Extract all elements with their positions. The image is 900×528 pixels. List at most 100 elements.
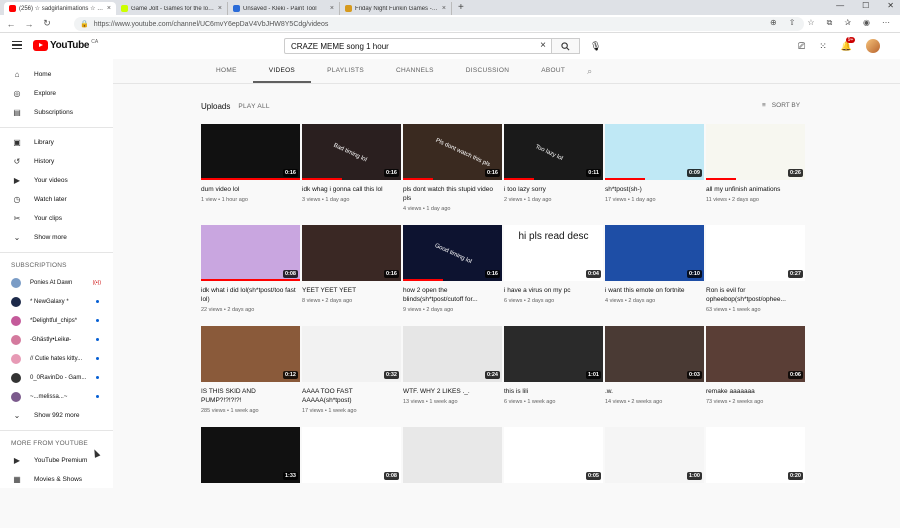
- video-title[interactable]: remake aaaaaaa: [706, 387, 805, 396]
- account-avatar[interactable]: [866, 39, 880, 53]
- video-card[interactable]: 0:05: [504, 427, 603, 528]
- video-card[interactable]: 1:33: [201, 427, 300, 528]
- video-title[interactable]: how 2 open the blinds(sh*tpost/cutoff fo…: [403, 286, 502, 304]
- tab-discussion[interactable]: DISCUSSION: [450, 59, 525, 83]
- video-card[interactable]: 0:12 IS THIS SKID AND PUMP?!?!?!?! 285 vie…: [201, 326, 300, 427]
- browser-tab[interactable]: (256) ☆ sadgirlanimations ☆ - Yo... ×: [4, 2, 116, 15]
- video-title[interactable]: WTF. WHY 2 LIKES ._.: [403, 387, 502, 396]
- video-thumbnail[interactable]: 0:16: [201, 124, 300, 180]
- video-thumbnail[interactable]: 0:04 hi pls read desc: [504, 225, 603, 281]
- url-field[interactable]: 🔒 https://www.youtube.com/channel/UC6mvY…: [74, 17, 804, 31]
- forward-icon[interactable]: →: [22, 19, 36, 29]
- microphone-icon[interactable]: 🎙: [590, 41, 601, 52]
- play-all-button[interactable]: PLAY ALL: [238, 103, 269, 110]
- favorites-icon[interactable]: ✰: [844, 18, 851, 28]
- video-card[interactable]: 1:01 this is lili 6 views • 1 week ago: [504, 326, 603, 427]
- video-thumbnail[interactable]: 0:12: [201, 326, 300, 382]
- tab-about[interactable]: ABOUT: [525, 59, 581, 83]
- sidebar-item-explore[interactable]: ◎ Explore: [0, 84, 113, 103]
- video-card[interactable]: 0:09 sh*tpost(sh-) 17 views • 1 day ago: [605, 124, 704, 225]
- close-window-icon[interactable]: ✕: [887, 1, 894, 10]
- search-input[interactable]: CRAZE MEME song 1 hour ×: [284, 38, 552, 54]
- video-title[interactable]: all my unfinish animations: [706, 185, 805, 194]
- browser-tab[interactable]: Unsaved - Kleki - Paint Tool ×: [228, 2, 340, 15]
- video-card[interactable]: 0:08: [302, 427, 401, 528]
- video-card[interactable]: 0:27 Ron is evil for opheebop(sh*tpost/op…: [706, 225, 805, 326]
- tab-close-icon[interactable]: ×: [442, 5, 446, 12]
- video-card[interactable]: 0:16 Bad timing lol idk whag i gonna call …: [302, 124, 401, 225]
- notifications-icon[interactable]: 🔔 9+: [841, 36, 856, 52]
- video-thumbnail[interactable]: 0:20: [706, 427, 805, 483]
- video-card[interactable]: 0:11 Too lazy lol i too lazy sorry 2 views …: [504, 124, 603, 225]
- create-icon[interactable]: ⎚: [798, 41, 805, 52]
- share-icon[interactable]: ⇧: [789, 18, 796, 28]
- more-icon[interactable]: ⋯: [882, 18, 890, 28]
- video-thumbnail[interactable]: 0:24: [403, 326, 502, 382]
- video-title[interactable]: idk what i did lol(sh*tpost/too fast lol…: [201, 286, 300, 304]
- video-title[interactable]: idk whag i gonna call this lol: [302, 185, 401, 194]
- video-title[interactable]: i too lazy sorry: [504, 185, 603, 194]
- video-title[interactable]: AAAA TOO FAST AAAAA(sh*tpost): [302, 387, 401, 405]
- subscription-item[interactable]: *Delightful_chips*: [0, 311, 113, 330]
- tab-home[interactable]: HOME: [200, 59, 253, 83]
- sidebar-item-subscriptions[interactable]: ▤ Subscriptions: [0, 103, 113, 122]
- tab-channels[interactable]: CHANNELS: [380, 59, 450, 83]
- menu-icon[interactable]: [12, 41, 22, 49]
- video-card[interactable]: 0:32 AAAA TOO FAST AAAAA(sh*tpost) 17 view…: [302, 326, 401, 427]
- sidebar-item-your-clips[interactable]: ✂ Your clips: [0, 209, 113, 228]
- tab-close-icon[interactable]: ×: [330, 5, 334, 12]
- sort-by-button[interactable]: ≡ SORT BY: [762, 102, 800, 109]
- subscription-item[interactable]: Ponies At Dawn ((•)): [0, 273, 113, 292]
- back-icon[interactable]: ←: [4, 19, 18, 29]
- sidebar-item-home[interactable]: ⌂ Home: [0, 65, 113, 84]
- zoom-icon[interactable]: ⊕: [770, 18, 777, 28]
- tab-playlists[interactable]: PLAYLISTS: [311, 59, 380, 83]
- subscription-item[interactable]: -Ghästly•Leikø-: [0, 330, 113, 349]
- sidebar-item-history[interactable]: ↺ History: [0, 152, 113, 171]
- video-title[interactable]: .w.: [605, 387, 704, 396]
- video-thumbnail[interactable]: 0:16 Pls dont watch this pls: [403, 124, 502, 180]
- video-card[interactable]: 0:26 all my unfinish animations 11 views •…: [706, 124, 805, 225]
- video-title[interactable]: Ron is evil for opheebop(sh*tpost/ophee.…: [706, 286, 805, 304]
- show-more-subscriptions[interactable]: ⌄ Show 992 more: [0, 406, 113, 425]
- browser-tab[interactable]: Game Jolt - Games for the love o...×: [116, 2, 228, 15]
- video-thumbnail[interactable]: 0:26: [706, 124, 805, 180]
- video-title[interactable]: IS THIS SKID AND PUMP?!?!?!?!: [201, 387, 300, 405]
- youtube-logo[interactable]: YouTube CA: [33, 39, 98, 51]
- subscription-item[interactable]: * NewGalaxy *: [0, 292, 113, 311]
- video-thumbnail[interactable]: 0:09: [605, 124, 704, 180]
- video-title[interactable]: i want this emote on fortnite: [605, 286, 704, 295]
- video-thumbnail[interactable]: 0:05: [504, 427, 603, 483]
- video-card[interactable]: 0:06 remake aaaaaaa 73 views • 2 weeks ago: [706, 326, 805, 427]
- video-title[interactable]: i have a virus on my pc: [504, 286, 603, 295]
- video-thumbnail[interactable]: 0:16 Bad timing lol: [302, 124, 401, 180]
- video-card[interactable]: 1:00: [605, 427, 704, 528]
- video-card[interactable]: 0:24 WTF. WHY 2 LIKES ._. 13 views • 1 wee…: [403, 326, 502, 427]
- video-card[interactable]: 0:16 dum video lol 1 view • 1 hour ago: [201, 124, 300, 225]
- video-title[interactable]: YEET YEET YEET: [302, 286, 401, 295]
- minimize-icon[interactable]: —: [836, 1, 844, 10]
- video-thumbnail[interactable]: [403, 427, 502, 483]
- video-card[interactable]: 0:10 i want this emote on fortnite 4 views…: [605, 225, 704, 326]
- video-title[interactable]: this is lili: [504, 387, 603, 396]
- apps-icon[interactable]: ⁙: [819, 41, 827, 52]
- video-thumbnail[interactable]: 0:32: [302, 326, 401, 382]
- video-thumbnail[interactable]: 1:00: [605, 427, 704, 483]
- tab-close-icon[interactable]: ×: [218, 5, 222, 12]
- video-title[interactable]: sh*tpost(sh-): [605, 185, 704, 194]
- video-thumbnail[interactable]: 0:16: [302, 225, 401, 281]
- video-thumbnail[interactable]: 1:01: [504, 326, 603, 382]
- video-thumbnail[interactable]: 0:10: [605, 225, 704, 281]
- video-card[interactable]: 0:03 .w. 14 views • 2 weeks ago: [605, 326, 704, 427]
- video-thumbnail[interactable]: 0:27: [706, 225, 805, 281]
- reload-icon[interactable]: ↻: [40, 18, 54, 29]
- video-thumbnail[interactable]: 0:03: [605, 326, 704, 382]
- video-thumbnail[interactable]: 0:06: [706, 326, 805, 382]
- search-button[interactable]: [552, 38, 580, 54]
- browser-tab[interactable]: Friday Night Funkin Games - Pla... ×: [340, 2, 452, 15]
- video-title[interactable]: dum video lol: [201, 185, 300, 194]
- video-card[interactable]: 0:20: [706, 427, 805, 528]
- new-tab-button[interactable]: +: [452, 2, 470, 15]
- sidebar-item-watch-later[interactable]: ◷ Watch later: [0, 190, 113, 209]
- star-icon[interactable]: ☆: [807, 18, 814, 28]
